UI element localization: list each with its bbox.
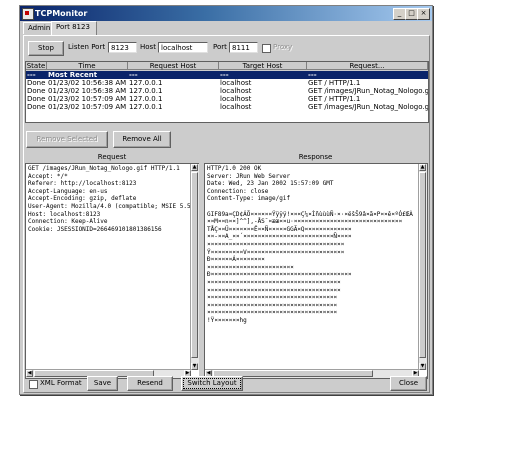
cell-time: 01/23/02 10:56:38 AM	[48, 87, 127, 95]
port-input[interactable]: 8111	[229, 42, 258, 53]
response-text: HTTP/1.0 200 OK Server: JRun Web Server …	[207, 165, 413, 324]
requests-table[interactable]: State Time Request Host Target Host Requ…	[25, 61, 429, 123]
cell-request-host: 127.0.0.1	[129, 79, 163, 87]
scroll-up-arrow-icon[interactable]: ▲	[191, 164, 198, 171]
table-row[interactable]: Done 01/23/02 10:57:09 AM 127.0.0.1 loca…	[26, 95, 428, 103]
response-vertical-scrollbar[interactable]: ▲ ▼	[418, 164, 427, 370]
stop-button[interactable]: Stop	[28, 41, 64, 56]
remove-all-button[interactable]: Remove All	[113, 131, 171, 148]
request-text: GET /images/JRun_Notag_Nologo.gif HTTP/1…	[28, 165, 191, 233]
host-label: Host	[140, 43, 156, 51]
table-row[interactable]: Done 01/23/02 10:56:38 AM 127.0.0.1 loca…	[26, 79, 428, 87]
save-button[interactable]: Save	[87, 376, 118, 391]
cell-request: GET /images/JRun_Notag_Nologo.gif...	[308, 87, 428, 95]
proxy-label: Proxy	[273, 43, 293, 51]
cell-target-host: localhost	[220, 87, 252, 95]
cell-state: Done	[27, 79, 46, 87]
cell-state: Done	[27, 103, 46, 111]
response-pane-header: Response	[298, 153, 333, 161]
cell-request: GET /images/JRun_Notag_Nologo.gif...	[308, 103, 428, 111]
column-header-request[interactable]: Request...	[307, 62, 428, 70]
column-header-time[interactable]: Time	[47, 62, 128, 70]
xml-format-checkbox[interactable]	[29, 380, 38, 389]
cell-time: 01/23/02 10:56:38 AM	[48, 79, 127, 87]
xml-format-label: XML Format	[40, 379, 82, 387]
listen-port-label: Listen Port	[68, 43, 106, 51]
cell-target-host: localhost	[220, 95, 252, 103]
cell-time: 01/23/02 10:57:09 AM	[48, 95, 127, 103]
cell-request-host: ---	[129, 71, 138, 79]
scroll-up-arrow-icon[interactable]: ▲	[419, 164, 426, 171]
cell-target-host: ---	[220, 71, 229, 79]
scroll-down-arrow-icon[interactable]: ▼	[191, 363, 198, 370]
table-header: State Time Request Host Target Host Requ…	[26, 62, 428, 71]
listen-port-input[interactable]: 8123	[108, 42, 137, 53]
cell-state: Done	[27, 87, 46, 95]
resend-button[interactable]: Resend	[127, 376, 173, 391]
close-window-button[interactable]: ×	[417, 8, 430, 20]
tab-port-8123[interactable]: Port 8123	[51, 21, 97, 35]
column-header-request-host[interactable]: Request Host	[128, 62, 219, 70]
scroll-left-arrow-icon[interactable]: ◀	[26, 370, 33, 377]
scroll-thumb[interactable]	[191, 172, 198, 358]
request-pane-header: Request	[97, 153, 127, 161]
port-label: Port	[213, 43, 227, 51]
column-header-state[interactable]: State	[26, 62, 47, 70]
tab-admin[interactable]: Admin	[23, 22, 53, 34]
cell-request: ---	[308, 71, 317, 79]
table-row[interactable]: Done 01/23/02 10:56:38 AM 127.0.0.1 loca…	[26, 87, 428, 95]
cell-request-host: 127.0.0.1	[129, 87, 163, 95]
table-row[interactable]: Done 01/23/02 10:57:09 AM 127.0.0.1 loca…	[26, 103, 428, 111]
switch-layout-button[interactable]: Switch Layout	[181, 376, 243, 391]
app-icon	[22, 8, 34, 20]
cell-state: ---	[27, 71, 36, 79]
cell-target-host: localhost	[220, 103, 252, 111]
tcpmonitor-window: TCPMonitor _ □ × Admin Port 8123 Stop Li…	[19, 5, 433, 395]
port-tab-panel: Stop Listen Port 8123 Host localhost Por…	[23, 35, 430, 393]
remove-selected-button[interactable]: Remove Selected	[26, 131, 108, 148]
cell-request: GET / HTTP/1.1	[308, 79, 361, 87]
cell-request-host: 127.0.0.1	[129, 103, 163, 111]
scroll-down-arrow-icon[interactable]: ▼	[419, 363, 426, 370]
title-bar[interactable]: TCPMonitor _ □ ×	[20, 6, 432, 21]
cell-state: Done	[27, 95, 46, 103]
cell-target-host: localhost	[220, 79, 252, 87]
cell-time: 01/23/02 10:57:09 AM	[48, 103, 127, 111]
cell-request-host: 127.0.0.1	[129, 95, 163, 103]
column-header-target-host[interactable]: Target Host	[219, 62, 307, 70]
request-text-area[interactable]: GET /images/JRun_Notag_Nologo.gif HTTP/1…	[25, 163, 200, 379]
request-vertical-scrollbar[interactable]: ▲ ▼	[190, 164, 199, 370]
cell-time: Most Recent	[48, 71, 98, 79]
response-text-area[interactable]: HTTP/1.0 200 OK Server: JRun Web Server …	[204, 163, 428, 379]
close-button[interactable]: Close	[390, 376, 427, 391]
table-row[interactable]: --- Most Recent --- --- ---	[26, 71, 428, 79]
host-input[interactable]: localhost	[158, 42, 208, 53]
cell-request: GET / HTTP/1.1	[308, 95, 361, 103]
scroll-thumb[interactable]	[419, 172, 426, 358]
proxy-checkbox[interactable]	[262, 44, 271, 53]
window-title: TCPMonitor	[35, 9, 88, 18]
